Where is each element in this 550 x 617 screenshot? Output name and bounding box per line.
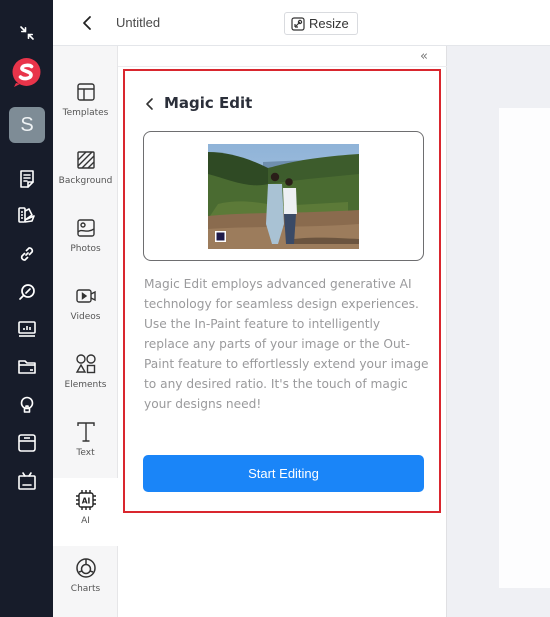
avatar-letter: S — [20, 113, 34, 136]
tab-label: AI — [81, 516, 90, 526]
document-title[interactable]: Untitled — [116, 15, 160, 30]
resize-button[interactable]: Resize — [284, 12, 358, 35]
magic-edit-title: Magic Edit — [164, 94, 253, 112]
video-camera-icon — [75, 284, 97, 308]
tab-label: Templates — [62, 108, 109, 118]
tab-elements[interactable]: Elements — [53, 342, 118, 410]
tab-videos[interactable]: Videos — [53, 274, 118, 342]
tool-tabs: Templates Background Photos Videos Eleme… — [53, 46, 118, 617]
shapes-icon — [75, 352, 97, 376]
magic-edit-back-button[interactable] — [144, 96, 156, 110]
tab-text[interactable]: Text — [53, 410, 118, 478]
preview-photo — [208, 144, 359, 249]
donut-chart-icon — [75, 556, 97, 580]
hatched-square-icon — [76, 148, 96, 172]
start-editing-button[interactable]: Start Editing — [143, 455, 424, 492]
tab-label: Charts — [70, 584, 101, 594]
tab-label: Videos — [70, 312, 101, 322]
tab-label: Photos — [70, 244, 101, 254]
calendar-icon[interactable] — [0, 470, 53, 492]
panel-divider — [118, 66, 447, 67]
tab-label: Background — [58, 176, 113, 186]
collapse-panel-button[interactable]: « — [420, 50, 428, 64]
avatar[interactable]: S — [9, 107, 45, 143]
layout-icon — [76, 80, 96, 104]
landscape-photo — [208, 144, 359, 249]
app-rail: S — [0, 0, 53, 617]
magic-edit-preview-card — [143, 131, 424, 261]
magic-edit-header: Magic Edit — [144, 94, 252, 112]
tab-label: Elements — [64, 380, 107, 390]
image-icon — [76, 216, 96, 240]
minimize-arrows-icon[interactable] — [0, 22, 53, 44]
design-artboard[interactable] — [499, 108, 550, 588]
canvas-workspace — [447, 46, 550, 617]
magic-edit-description: Magic Edit employs advanced generative A… — [144, 277, 429, 411]
top-bar: Untitled Resize — [53, 0, 550, 46]
tab-templates[interactable]: Templates — [53, 70, 118, 138]
chevron-left-icon — [146, 98, 153, 110]
ai-chip-icon: AI — [75, 488, 97, 512]
side-panel: « Magic Edit Magic Edit employs advanced… — [118, 46, 447, 617]
monitor-chart-icon[interactable] — [0, 318, 53, 340]
resize-label: Resize — [309, 16, 349, 31]
tab-background[interactable]: Background — [53, 138, 118, 206]
svg-text:AI: AI — [81, 497, 90, 506]
search-icon[interactable] — [0, 281, 53, 303]
palette-icon[interactable] — [0, 204, 53, 226]
folder-icon[interactable] — [0, 356, 53, 378]
tab-ai[interactable]: AI AI — [53, 478, 118, 546]
lightbulb-icon[interactable] — [0, 394, 53, 416]
link-icon[interactable] — [0, 243, 53, 265]
resize-icon — [291, 16, 305, 31]
back-button[interactable] — [79, 13, 97, 33]
archive-box-icon[interactable] — [0, 432, 53, 454]
text-t-icon — [76, 420, 96, 444]
tab-label: Text — [76, 448, 95, 458]
tab-photos[interactable]: Photos — [53, 206, 118, 274]
document-edit-icon[interactable] — [0, 168, 53, 190]
tab-charts[interactable]: Charts — [53, 546, 118, 614]
brand-logo[interactable] — [11, 57, 42, 88]
chevron-left-icon — [83, 16, 91, 30]
